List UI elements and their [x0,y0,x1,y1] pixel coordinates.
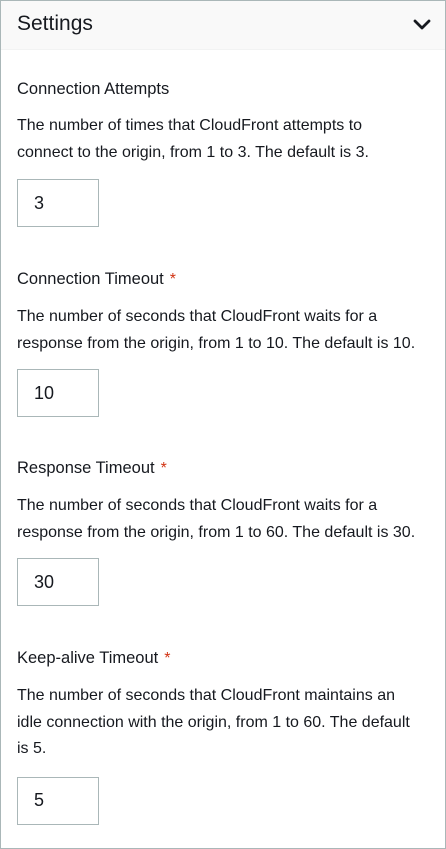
required-marker: * [164,650,171,667]
required-marker: * [169,271,176,288]
response-timeout-label: Response Timeout * [17,458,437,479]
connection-attempts-description: The number of times that CloudFront atte… [17,113,437,166]
connection-attempts-field: Connection Attempts The number of times … [17,79,437,227]
connection-timeout-input[interactable] [17,369,99,417]
settings-title: Settings [17,12,93,35]
connection-timeout-description-line: The number of seconds that CloudFront wa… [17,308,378,325]
connection-timeout-description: The number of seconds that CloudFront wa… [17,304,437,357]
keep-alive-timeout-description-line: is 5. [17,740,47,757]
keep-alive-timeout-description: The number of seconds that CloudFront ma… [17,683,437,763]
keep-alive-timeout-label: Keep-alive Timeout * [17,648,437,669]
connection-timeout-description-line: response from the origin, from 1 to 10. … [17,334,416,352]
keep-alive-timeout-label-text: Keep-alive Timeout [17,649,159,667]
chevron-down-icon[interactable] [411,14,433,36]
connection-attempts-description-line: The number of times that CloudFront atte… [17,117,363,134]
response-timeout-description-line: response from the origin, from 1 to 60. … [17,523,416,541]
connection-attempts-input[interactable] [17,179,99,227]
response-timeout-description-line: The number of seconds that CloudFront wa… [17,497,378,514]
response-timeout-label-text: Response Timeout [17,459,155,477]
response-timeout-description: The number of seconds that CloudFront wa… [17,493,437,546]
response-timeout-input[interactable] [17,558,99,606]
keep-alive-timeout-input[interactable] [17,776,99,825]
connection-attempts-description-line: connect to the origin, from 1 to 3. The … [17,143,369,161]
connection-attempts-label: Connection Attempts [17,79,437,99]
connection-timeout-label-text: Connection Timeout [17,270,164,288]
keep-alive-timeout-description-line: The number of seconds that CloudFront ma… [17,687,395,704]
connection-timeout-field: Connection Timeout * The number of second… [17,269,437,417]
connection-timeout-label: Connection Timeout * [17,269,437,290]
keep-alive-timeout-field: Keep-alive Timeout * The number of second… [17,648,437,825]
keep-alive-timeout-description-line: idle connection with the origin, from 1 … [17,713,410,731]
settings-header[interactable]: Settings [1,1,445,50]
connection-attempts-label-text: Connection Attempts [17,80,170,98]
response-timeout-field: Response Timeout * The number of seconds … [17,458,437,606]
settings-panel: Settings Connection Attempts The number … [0,0,446,849]
required-marker: * [160,460,167,477]
